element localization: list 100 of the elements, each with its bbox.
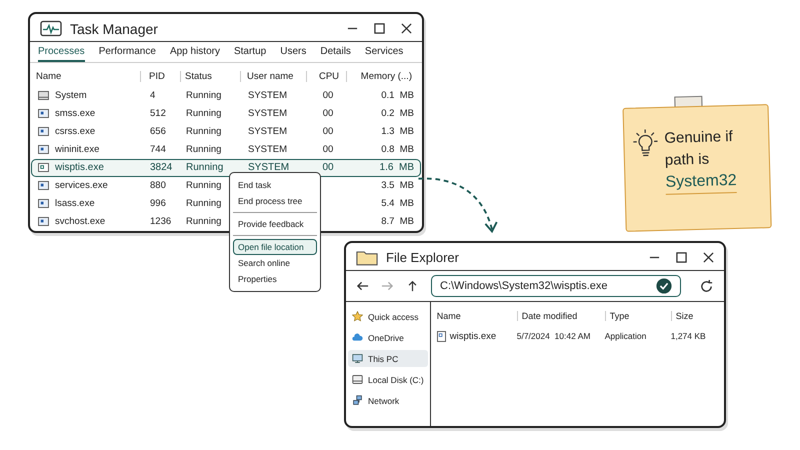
column-header[interactable]: Size [670,311,721,321]
process-name: svchost.exe [55,216,106,228]
pid-cell-text: 656 [149,126,167,138]
refresh-icon[interactable] [699,278,714,294]
type-cell-text: Application [604,331,648,341]
date-cell-text: 5/7/2024 10:42 AM [516,331,592,341]
close-icon[interactable] [401,23,412,34]
memory-cell-text: 0.8 MB [380,144,415,156]
menu-item[interactable]: Provide feedback [233,216,317,232]
process-name: smss.exe [55,108,96,120]
star-icon [352,311,363,322]
app-icon [38,217,49,226]
memory-cell-text: 3.5 MB [380,180,415,192]
cpu-cell: 00 [322,144,334,156]
tab[interactable]: Processes [38,46,85,62]
pid-cell-text: 880 [149,180,167,192]
menu-item[interactable]: Properties [233,271,317,287]
tab[interactable]: App history [170,46,220,62]
app-icon [38,163,49,172]
process-name: System [55,90,87,102]
column-header[interactable]: Memory (...) [346,71,416,82]
pid-cell-text: 3824 [149,162,174,174]
pid-cell-text: 744 [149,144,167,156]
cpu-cell: 00 [322,90,334,102]
user-cell: SYSTEM [248,108,288,120]
column-header[interactable]: Status [180,71,240,82]
memory-cell-text: 0.2 MB [380,108,415,120]
back-arrow-icon[interactable] [356,280,369,292]
network-icon [352,395,363,406]
monitor-icon [352,353,363,364]
file-name: wisptis.exe [450,330,496,342]
close-icon[interactable] [703,252,714,263]
window-icon [38,91,49,100]
user-cell: SYSTEM [248,162,290,174]
process-name: csrss.exe [55,126,96,138]
column-header[interactable]: Name [436,311,517,321]
pid-cell-text: 512 [149,108,167,120]
sidebar-item[interactable]: Network [348,392,428,409]
app-icon [38,181,49,190]
tab[interactable]: Services [364,46,404,62]
file-icon [436,330,446,342]
pid-cell-text: 996 [149,198,167,210]
folder-icon [356,249,378,266]
user-cell: SYSTEM [248,90,288,102]
memory-cell-text: 8.7 MB [380,216,415,228]
status-cell-text: Running [185,144,222,156]
pid-cell-text: 4 [149,90,156,102]
column-header[interactable]: PID [140,71,180,82]
column-header[interactable]: Type [604,311,671,321]
memory-cell-text: 0.1 MB [380,90,415,102]
sidebar-item[interactable]: Quick access [348,308,428,325]
memory-cell-text: 1.3 MB [380,126,415,138]
cpu-cell: 00 [322,162,334,174]
note-text: Genuine if path is [664,127,734,171]
maximize-icon[interactable] [374,23,385,34]
lightbulb-icon [632,128,659,159]
status-cell-text: Running [185,108,222,120]
process-name: wininit.exe [55,144,100,156]
status-cell-text: Running [185,90,222,102]
menu-item[interactable]: Open file location [233,239,317,255]
user-cell: SYSTEM [248,126,288,138]
sidebar-item[interactable]: OneDrive [348,329,428,346]
status-cell-text: Running [185,126,222,138]
maximize-icon[interactable] [676,252,687,263]
cloud-icon [352,332,363,343]
memory-cell-text: 1.6 MB [378,162,415,174]
sidebar-item[interactable]: This PC [348,350,428,367]
cpu-cell: 00 [322,108,334,120]
cpu-cell: 00 [322,126,334,138]
window-title: Task Manager [70,20,158,36]
user-cell: SYSTEM [248,144,288,156]
process-name: wisptis.exe [55,162,104,174]
column-header[interactable]: Name [36,71,140,82]
highlighted-text: System32 [665,170,737,195]
menu-item[interactable]: Search online [233,255,317,271]
address-bar[interactable]: C:\Windows\System32\wisptis.exe [431,275,681,297]
size-cell-text: 1,274 KB [670,331,707,341]
menu-item[interactable]: End process tree [233,193,317,209]
process-name: lsass.exe [55,198,95,210]
app-icon [38,127,49,136]
process-name: services.exe [55,180,108,192]
status-cell-text: Running [185,162,224,174]
pid-cell-text: 1236 [149,216,172,228]
up-arrow-icon[interactable] [406,280,419,292]
selected-row[interactable]: wisptis.exe 3824 Running SYSTEM 00 1.6 MB [31,158,421,177]
column-header[interactable]: User name [240,71,306,82]
column-header[interactable]: CPU [306,71,346,82]
menu-item[interactable]: End task [233,177,317,193]
tab[interactable]: Users [280,46,306,62]
tab[interactable]: Details [320,46,351,62]
window-title: File Explorer [386,250,459,265]
app-icon [38,145,49,154]
memory-cell-text: 5.4 MB [380,198,415,210]
pulse-icon [40,20,62,37]
app-icon [38,199,49,208]
sidebar-item[interactable]: Local Disk (C:) [348,371,428,388]
app-icon [38,109,49,118]
tab[interactable]: Startup [234,46,266,62]
tab[interactable]: Performance [98,46,156,62]
column-header[interactable]: Date modified [516,311,605,321]
